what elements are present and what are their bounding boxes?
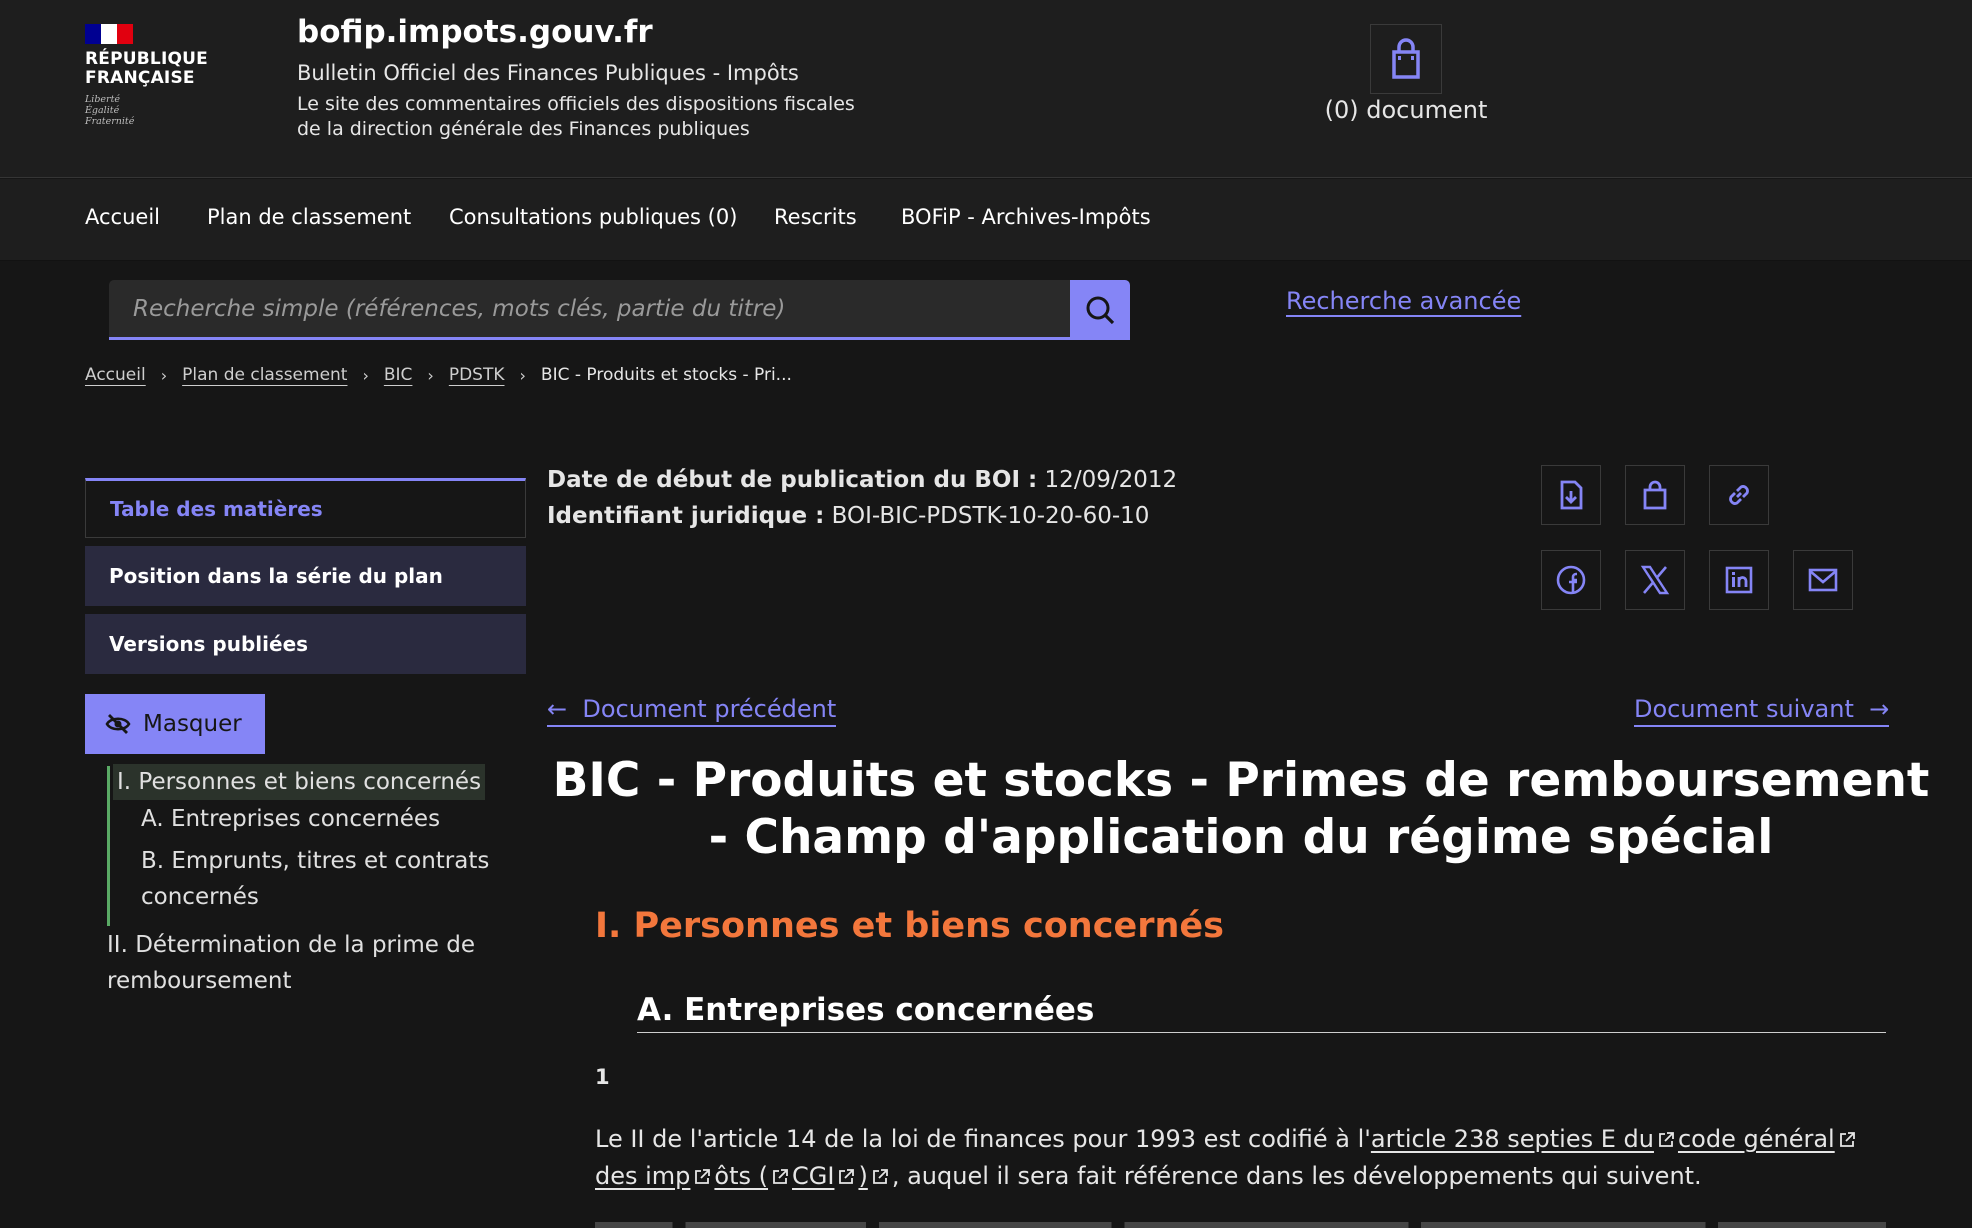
site-title[interactable]: bofip.impots.gouv.fr xyxy=(297,14,653,50)
site-header: RÉPUBLIQUE FRANÇAISE Liberté Égalité Fra… xyxy=(0,0,1972,178)
nav-rescrits[interactable]: Rescrits xyxy=(774,205,857,229)
tab-versions-publiees[interactable]: Versions publiées xyxy=(85,614,526,674)
tab-table-des-matieres[interactable]: Table des matières xyxy=(85,478,526,538)
chevron-right-icon: › xyxy=(362,365,369,385)
external-link-icon xyxy=(839,1169,855,1184)
x-icon xyxy=(1640,565,1670,595)
external-link-icon xyxy=(872,1169,888,1184)
share-x-button[interactable] xyxy=(1625,550,1685,610)
publication-date-value: 12/09/2012 xyxy=(1044,467,1178,493)
nav-consultations-publiques[interactable]: Consultations publiques (0) xyxy=(449,205,737,229)
page-title: BIC - Produits et stocks - Primes de rem… xyxy=(552,753,1930,865)
french-flag-icon xyxy=(85,24,133,44)
article-238-link-label: article 238 septies E du xyxy=(1370,1125,1654,1153)
toc-item-determination[interactable]: II. Détermination de la prime de xyxy=(107,927,475,963)
paragraph-text-end: , auquel il sera fait référence dans les… xyxy=(891,1162,1702,1190)
code-general-link[interactable]: code général xyxy=(1678,1125,1859,1153)
chevron-right-icon: › xyxy=(519,365,526,385)
basket-count-label[interactable]: (0) document xyxy=(1290,96,1522,124)
nav-accueil[interactable]: Accueil xyxy=(85,205,160,229)
chevron-right-icon: › xyxy=(427,365,434,385)
paragraph-text-next-cutoff xyxy=(595,1210,1886,1228)
motto-liberte: Liberté xyxy=(85,94,121,105)
legal-identifier-value: BOI-BIC-PDSTK-10-20-60-10 xyxy=(831,503,1150,529)
next-document-label: Document suivant xyxy=(1634,695,1854,723)
logo-line1: RÉPUBLIQUE xyxy=(85,49,208,69)
logo-line2: FRANÇAISE xyxy=(85,68,195,88)
basket-icon xyxy=(1643,480,1667,510)
article-238-link[interactable]: article 238 septies E du xyxy=(1371,1125,1678,1153)
external-link-icon xyxy=(695,1169,711,1184)
linkedin-icon xyxy=(1725,566,1753,594)
nav-plan-de-classement[interactable]: Plan de classement xyxy=(207,205,411,229)
external-link-icon xyxy=(773,1169,788,1184)
breadcrumb-current: BIC - Produits et stocks - Pri... xyxy=(540,365,792,385)
download-pdf-button[interactable] xyxy=(1541,465,1601,525)
breadcrumb: Accueil › Plan de classement › BIC › PDS… xyxy=(85,365,792,385)
advanced-search-link[interactable]: Recherche avancée xyxy=(1286,287,1521,315)
des-impots-link[interactable]: des imp xyxy=(595,1162,714,1190)
legal-identifier: Identifiant juridique : BOI-BIC-PDSTK-10… xyxy=(547,503,1149,529)
section-heading: I. Personnes et biens concernés xyxy=(595,906,1224,946)
republique-francaise-logo[interactable]: RÉPUBLIQUE FRANÇAISE Liberté Égalité Fra… xyxy=(85,24,215,134)
toc-item-emprunts[interactable]: B. Emprunts, titres et contrats xyxy=(141,843,489,879)
impots-link[interactable]: ôts ( xyxy=(714,1162,792,1190)
closing-paren-link[interactable]: ) xyxy=(858,1162,891,1190)
toc-item-personnes-biens[interactable]: I. Personnes et biens concernés xyxy=(113,764,486,800)
paragraph-text-start: Le II de l'article 14 de la loi de finan… xyxy=(595,1125,1371,1153)
paragraph-text: Le II de l'article 14 de la loi de finan… xyxy=(595,1121,1886,1195)
share-linkedin-button[interactable] xyxy=(1709,550,1769,610)
eye-off-icon xyxy=(105,714,131,734)
previous-document-link[interactable]: ← Document précédent xyxy=(547,695,837,727)
toc-active-indicator xyxy=(107,766,110,926)
share-email-button[interactable] xyxy=(1793,550,1853,610)
des-impots-link-label: des imp xyxy=(595,1162,691,1190)
cgi-link-label: CGI xyxy=(792,1162,835,1190)
site-tagline: Le site des commentaires officiels des d… xyxy=(297,93,855,140)
basket-icon xyxy=(1392,38,1420,79)
main-nav: Accueil Plan de classement Consultations… xyxy=(0,179,1972,261)
publication-date: Date de début de publication du BOI : 12… xyxy=(547,467,1177,493)
previous-document-label: Document précédent xyxy=(582,695,837,723)
breadcrumb-accueil[interactable]: Accueil xyxy=(85,365,146,385)
closing-paren-link-label: ) xyxy=(858,1162,868,1190)
external-link-icon xyxy=(1839,1132,1855,1147)
nav-archives-impots[interactable]: BOFiP - Archives-Impôts xyxy=(901,205,1151,229)
legal-identifier-label: Identifiant juridique : xyxy=(547,503,825,529)
code-general-link-label: code général xyxy=(1677,1125,1835,1153)
chevron-right-icon: › xyxy=(160,365,168,385)
external-link-icon xyxy=(1659,1132,1674,1147)
search-button[interactable] xyxy=(1070,280,1130,340)
basket-button[interactable] xyxy=(1370,24,1442,94)
tab-position-serie[interactable]: Position dans la série du plan xyxy=(85,546,526,606)
arrow-right-icon: → xyxy=(1853,695,1890,723)
link-icon xyxy=(1729,485,1749,505)
toc-item-determination-cont[interactable]: remboursement xyxy=(107,963,292,999)
share-facebook-button[interactable] xyxy=(1541,550,1601,610)
add-to-basket-button[interactable] xyxy=(1625,465,1685,525)
download-icon xyxy=(1560,480,1583,510)
next-document-link[interactable]: Document suivant → xyxy=(1634,695,1890,727)
breadcrumb-plan-de-classement[interactable]: Plan de classement xyxy=(182,365,347,385)
publication-date-label: Date de début de publication du BOI : xyxy=(547,467,1038,493)
mail-icon xyxy=(1808,568,1838,592)
breadcrumb-pdstk[interactable]: PDSTK xyxy=(449,365,505,385)
search-input[interactable] xyxy=(109,280,1070,340)
subsection-heading: A. Entreprises concernées xyxy=(637,992,1886,1033)
facebook-icon xyxy=(1556,565,1586,595)
site-subtitle: Bulletin Officiel des Finances Publiques… xyxy=(297,61,799,85)
breadcrumb-bic[interactable]: BIC xyxy=(384,365,413,385)
arrow-left-icon: ← xyxy=(547,695,583,723)
search-icon xyxy=(1086,296,1115,325)
paragraph-number: 1 xyxy=(595,1065,610,1089)
impots-link-label: ôts ( xyxy=(714,1162,769,1190)
toc-item-emprunts-cont[interactable]: concernés xyxy=(141,879,259,915)
copy-link-button[interactable] xyxy=(1709,465,1769,525)
cgi-link[interactable]: CGI xyxy=(792,1162,858,1190)
motto-egalite: Égalité xyxy=(85,105,120,116)
hide-toc-button[interactable]: Masquer xyxy=(85,694,265,754)
motto-fraternite: Fraternité xyxy=(85,116,135,127)
hide-toc-label: Masquer xyxy=(143,711,242,737)
toc-item-entreprises[interactable]: A. Entreprises concernées xyxy=(141,801,440,837)
